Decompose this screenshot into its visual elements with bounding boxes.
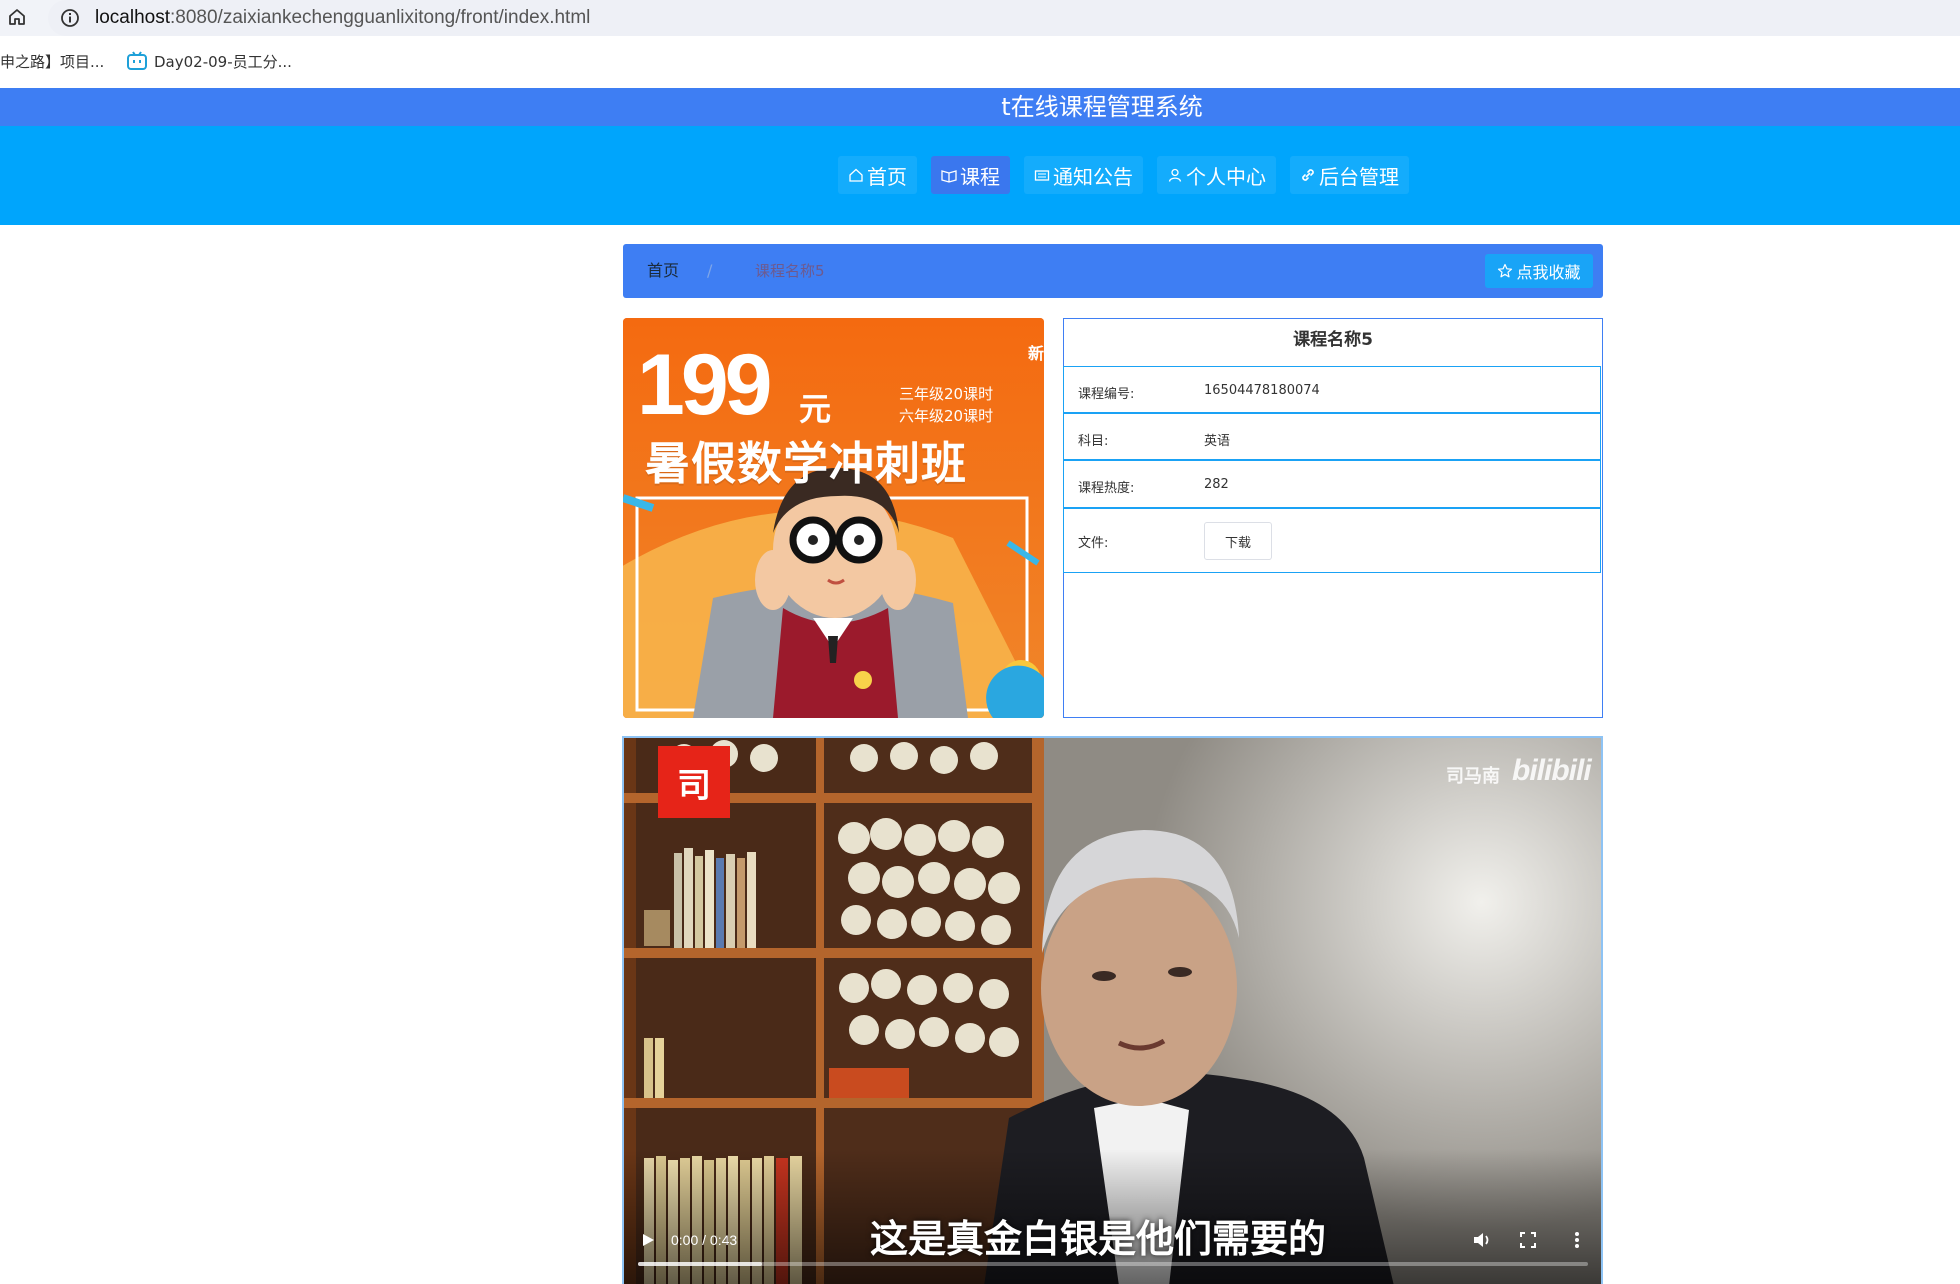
course-title: 课程名称5: [1293, 330, 1373, 350]
bookmark-1[interactable]: 申之路】项目...: [0, 50, 104, 74]
nav-item-label: 通知公告: [1053, 164, 1133, 189]
nav-item-profile[interactable]: 个人中心: [1157, 156, 1276, 194]
info-label-subject: 科目:: [1078, 434, 1109, 449]
nav-item-label: 个人中心: [1186, 164, 1266, 189]
video-subtitle: 这是真金白银是他们需要的: [870, 1217, 1327, 1261]
info-label-file: 文件:: [1078, 536, 1109, 551]
news-icon: [1034, 170, 1050, 181]
bilibili-tv-icon: [127, 51, 147, 70]
nav-item-label: 首页: [867, 164, 907, 189]
volume-icon[interactable]: [1472, 1231, 1492, 1249]
home-icon[interactable]: [6, 6, 28, 28]
info-value-code: 16504478180074: [1204, 383, 1320, 398]
video-frame: [624, 738, 1601, 1284]
home-icon: [849, 168, 863, 182]
video-time: 0:00 / 0:43: [671, 1232, 738, 1248]
poster-headline: 暑假数学冲刺班: [645, 437, 968, 490]
watermark-author: 司马南: [1446, 766, 1500, 787]
bilibili-logo: bilibili: [1512, 754, 1592, 787]
poster-side-text: 新: [1028, 344, 1044, 363]
video-progress-track[interactable]: [638, 1262, 1588, 1266]
url-path: :8080/zaixiankechengguanlixitong/front/i…: [170, 7, 591, 28]
poster-price-unit: 元: [799, 390, 832, 428]
info-row-subject: [1063, 413, 1601, 460]
nav-item-course[interactable]: 课程: [931, 156, 1010, 194]
user-icon: [1168, 168, 1182, 182]
video-progress-buffered: [638, 1262, 762, 1266]
favorite-label: 点我收藏: [1516, 263, 1581, 282]
poster-line-2: 六年级20课时: [899, 407, 994, 425]
info-row-file: [1063, 508, 1601, 573]
url-host: localhost: [95, 7, 170, 28]
fullscreen-icon[interactable]: [1520, 1232, 1536, 1248]
nav-item-admin[interactable]: 后台管理: [1290, 156, 1409, 194]
site-info-icon[interactable]: [58, 6, 82, 30]
info-label-code: 课程编号:: [1078, 387, 1135, 402]
video-player[interactable]: [622, 736, 1603, 1284]
info-row-code: [1063, 366, 1601, 413]
poster-price: 199: [637, 337, 772, 433]
url-text[interactable]: localhost:8080/zaixiankechengguanlixiton…: [95, 3, 590, 33]
book-icon: [941, 170, 957, 183]
main-nav: 首页 课程 通知公告 个人中心 后台管理: [838, 156, 1409, 194]
breadcrumb-separator: /: [707, 261, 713, 280]
info-value-heat: 282: [1204, 477, 1229, 492]
info-value-subject: 英语: [1204, 434, 1231, 449]
bookmark-2[interactable]: Day02-09-员工分...: [154, 50, 292, 74]
site-title: t在线课程管理系统: [1001, 93, 1203, 121]
info-label-heat: 课程热度:: [1078, 481, 1135, 496]
more-options-icon[interactable]: [1574, 1231, 1580, 1249]
star-icon: [1498, 263, 1513, 278]
nav-item-home[interactable]: 首页: [838, 156, 917, 194]
play-icon[interactable]: [640, 1232, 656, 1248]
download-button[interactable]: 下载: [1204, 522, 1272, 560]
link-icon: [1302, 169, 1314, 181]
channel-badge: 司: [658, 746, 730, 818]
breadcrumb-home[interactable]: 首页: [647, 258, 679, 284]
poster-line-1: 三年级20课时: [899, 385, 994, 403]
breadcrumb-current: 课程名称5: [755, 262, 825, 280]
nav-item-notice[interactable]: 通知公告: [1024, 156, 1143, 194]
bookmarks-bar: [0, 36, 1960, 88]
nav-item-label: 后台管理: [1319, 164, 1399, 189]
course-poster: 199 元 三年级20课时 六年级20课时 暑假数学冲刺班 新: [623, 318, 1044, 718]
info-row-heat: [1063, 460, 1601, 508]
nav-item-label: 课程: [960, 164, 1000, 189]
favorite-button[interactable]: 点我收藏: [1485, 254, 1593, 288]
